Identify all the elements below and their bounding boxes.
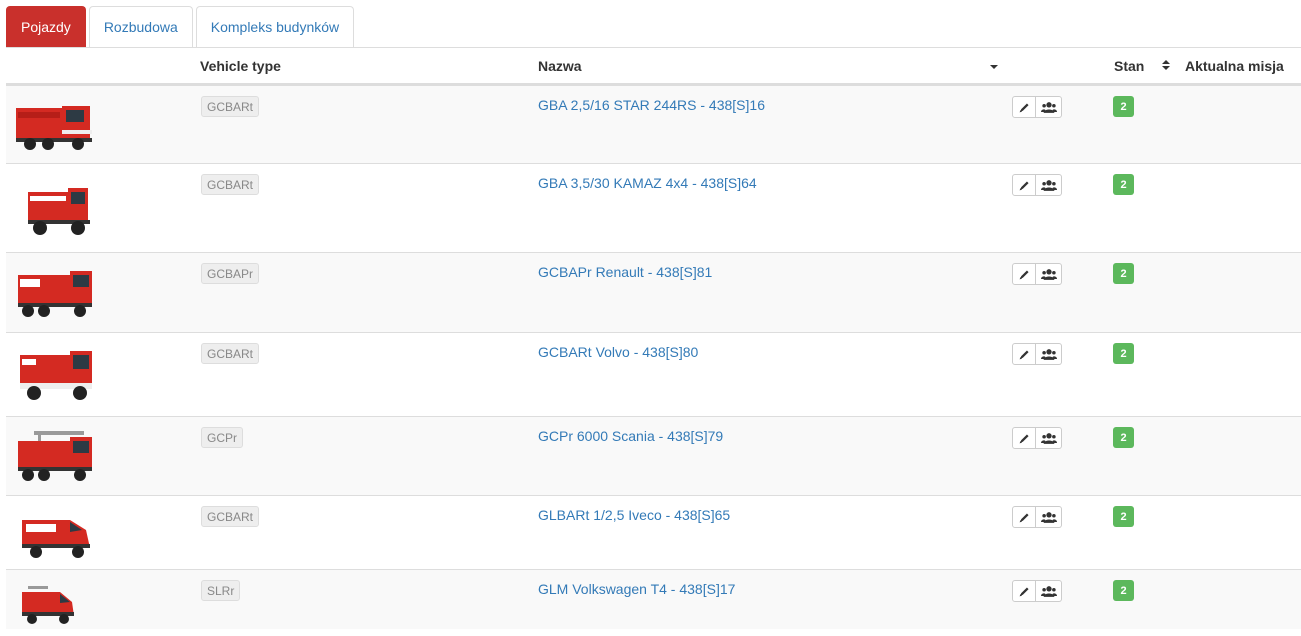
- pencil-icon: [1018, 348, 1031, 361]
- vehicle-type-badge: GCBARt: [201, 506, 260, 527]
- table-row: GCPr GCPr 6000 Scania - 438[S]79 2: [6, 416, 1301, 496]
- vehicle-type-badge: GCBARt: [201, 96, 260, 117]
- table-row: SLRr GLM Volkswagen T4 - 438[S]17 2: [6, 569, 1301, 629]
- status-badge: 2: [1113, 580, 1134, 601]
- edit-button[interactable]: [1012, 263, 1036, 285]
- pencil-icon: [1018, 179, 1031, 192]
- fire-truck-icon: [14, 576, 96, 636]
- sort-icon[interactable]: [1162, 60, 1170, 72]
- tab-vehicles[interactable]: Pojazdy: [6, 6, 86, 47]
- table-row: GCBARt GLBARt 1/2,5 Iveco - 438[S]65 2: [6, 495, 1301, 570]
- status-badge: 2: [1113, 174, 1134, 195]
- header-status[interactable]: Stan: [1114, 58, 1144, 74]
- table-row: GCBAPr GCBAPr Renault - 438[S]81 2: [6, 252, 1301, 333]
- vehicle-name-link[interactable]: GCBARt Volvo - 438[S]80: [538, 344, 698, 360]
- tab-expansion[interactable]: Rozbudowa: [88, 6, 193, 47]
- vehicle-name-link[interactable]: GLM Volkswagen T4 - 438[S]17: [538, 581, 735, 597]
- users-icon: [1040, 432, 1057, 445]
- row-actions: [1012, 427, 1062, 449]
- row-actions: [1012, 174, 1062, 196]
- row-actions: [1012, 96, 1062, 118]
- status-badge: 2: [1113, 96, 1134, 117]
- pencil-icon: [1018, 511, 1031, 524]
- pencil-icon: [1018, 585, 1031, 598]
- table-row: GCBARt GBA 2,5/16 STAR 244RS - 438[S]16 …: [6, 85, 1301, 164]
- users-icon: [1040, 585, 1057, 598]
- status-badge: 2: [1113, 506, 1134, 527]
- row-actions: [1012, 263, 1062, 285]
- assign-crew-button[interactable]: [1036, 506, 1062, 528]
- vehicle-name-link[interactable]: GCBAPr Renault - 438[S]81: [538, 264, 712, 280]
- status-badge: 2: [1113, 263, 1134, 284]
- edit-button[interactable]: [1012, 96, 1036, 118]
- vehicle-type-badge: GCBARt: [201, 343, 260, 364]
- vehicle-type-badge: GCBAPr: [201, 263, 260, 284]
- pencil-icon: [1018, 268, 1031, 281]
- vehicle-type-badge: GCPr: [201, 427, 243, 448]
- assign-crew-button[interactable]: [1036, 174, 1062, 196]
- users-icon: [1040, 268, 1057, 281]
- vehicle-type-badge: GCBARt: [201, 174, 260, 195]
- header-vehicle-type[interactable]: Vehicle type: [200, 58, 281, 74]
- sort-desc-icon[interactable]: [990, 65, 998, 69]
- vehicle-name-link[interactable]: GLBARt 1/2,5 Iveco - 438[S]65: [538, 507, 730, 523]
- assign-crew-button[interactable]: [1036, 580, 1062, 602]
- row-actions: [1012, 506, 1062, 528]
- row-actions: [1012, 343, 1062, 365]
- table-row: GCBARt GCBARt Volvo - 438[S]80 2: [6, 332, 1301, 417]
- row-actions: [1012, 580, 1062, 602]
- fire-truck-icon: [14, 504, 96, 564]
- vehicle-name-link[interactable]: GCPr 6000 Scania - 438[S]79: [538, 428, 723, 444]
- vehicle-name-link[interactable]: GBA 3,5/30 KAMAZ 4x4 - 438[S]64: [538, 175, 757, 191]
- tab-bar: Pojazdy Rozbudowa Kompleks budynków: [6, 6, 355, 47]
- header-current-mission: Aktualna misja: [1185, 58, 1284, 74]
- fire-truck-icon: [14, 427, 96, 487]
- fire-truck-icon: [14, 345, 96, 405]
- table-header: Vehicle type Nazwa Stan Aktualna misja: [6, 48, 1301, 85]
- users-icon: [1040, 179, 1057, 192]
- pencil-icon: [1018, 101, 1031, 114]
- users-icon: [1040, 101, 1057, 114]
- fire-truck-icon: [14, 94, 96, 154]
- fire-truck-icon: [14, 263, 96, 323]
- table-row: GCBARt GBA 3,5/30 KAMAZ 4x4 - 438[S]64 2: [6, 163, 1301, 253]
- fire-truck-icon: [14, 180, 96, 240]
- users-icon: [1040, 511, 1057, 524]
- status-badge: 2: [1113, 343, 1134, 364]
- pencil-icon: [1018, 432, 1031, 445]
- vehicle-type-badge: SLRr: [201, 580, 241, 601]
- users-icon: [1040, 348, 1057, 361]
- edit-button[interactable]: [1012, 343, 1036, 365]
- assign-crew-button[interactable]: [1036, 96, 1062, 118]
- tab-building-complex[interactable]: Kompleks budynków: [195, 6, 355, 47]
- assign-crew-button[interactable]: [1036, 427, 1062, 449]
- status-badge: 2: [1113, 427, 1134, 448]
- vehicle-name-link[interactable]: GBA 2,5/16 STAR 244RS - 438[S]16: [538, 97, 765, 113]
- edit-button[interactable]: [1012, 174, 1036, 196]
- edit-button[interactable]: [1012, 580, 1036, 602]
- edit-button[interactable]: [1012, 506, 1036, 528]
- header-name[interactable]: Nazwa: [538, 58, 582, 74]
- assign-crew-button[interactable]: [1036, 343, 1062, 365]
- assign-crew-button[interactable]: [1036, 263, 1062, 285]
- edit-button[interactable]: [1012, 427, 1036, 449]
